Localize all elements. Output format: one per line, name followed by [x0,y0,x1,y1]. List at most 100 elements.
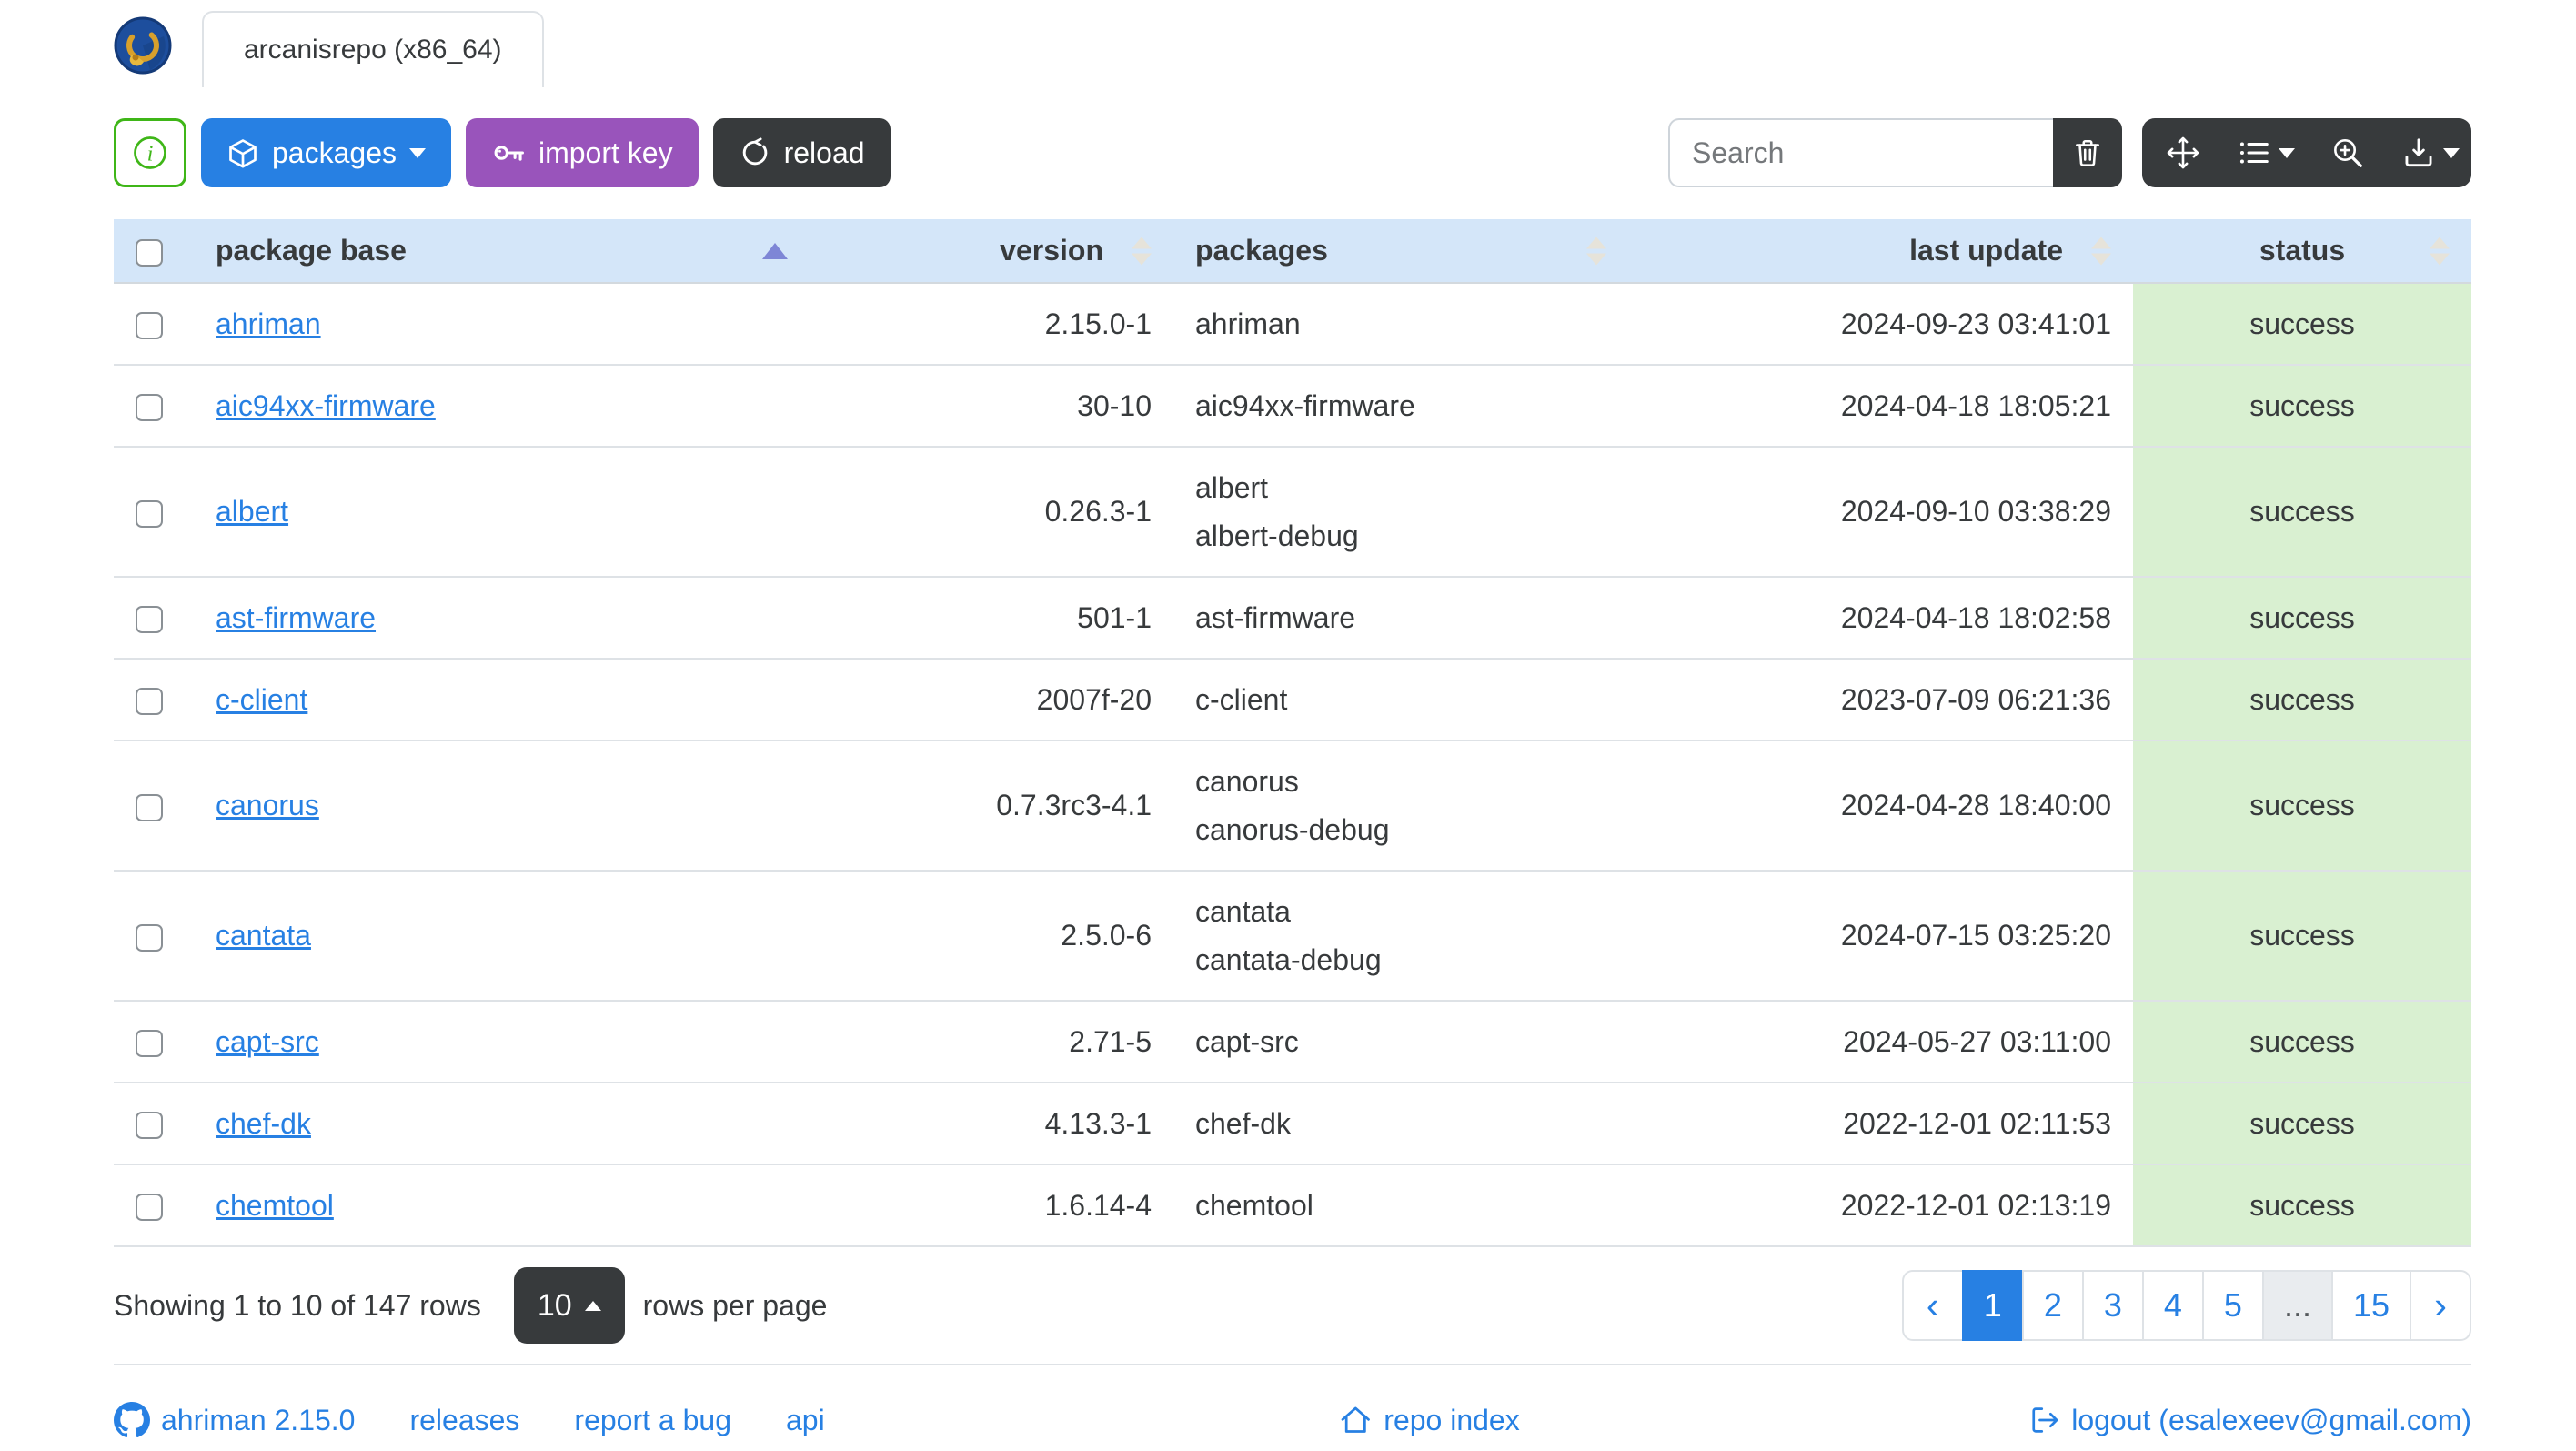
last-update-cell: 2022-12-01 02:11:53 [1628,1083,2133,1165]
zoom-in-icon [2334,139,2363,167]
import-key-button[interactable]: import key [465,118,699,187]
sort-ascending-icon [762,242,788,259]
version-cell: 0.26.3-1 [810,447,1173,578]
column-header-last-update[interactable]: last update [1628,219,2133,284]
package-base-link[interactable]: c-client [216,683,307,716]
package-name: cantata-debug [1195,943,1382,976]
pagination-page-4[interactable]: 4 [2141,1270,2204,1341]
report-a-bug-link[interactable]: report a bug [574,1404,731,1437]
row-checkbox[interactable] [136,312,163,340]
info-circle-icon: i [134,136,166,169]
last-update-cell: 2024-05-27 03:11:00 [1628,1001,2133,1083]
pagination-page-3[interactable]: 3 [2081,1270,2144,1341]
status-cell: success [2133,365,2471,448]
search-input[interactable] [1668,118,2053,187]
package-base-link[interactable]: albert [216,495,288,528]
zoom-button[interactable] [2307,118,2390,187]
package-base-link[interactable]: ahriman [216,307,321,340]
pagination-page-5[interactable]: 5 [2201,1270,2264,1341]
package-name: ast-firmware [1195,601,1356,634]
pagination-next[interactable]: › [2410,1270,2471,1341]
reload-button[interactable]: reload [712,118,891,187]
arrow-clockwise-icon [742,137,767,166]
package-name: cantata [1195,895,1291,928]
status-cell: success [2133,741,2471,872]
select-all-checkbox[interactable] [136,238,163,267]
package-base-link[interactable]: chef-dk [216,1107,311,1140]
status-cell: success [2133,447,2471,578]
toolbar-left-group: i packages import key reload [114,118,891,187]
clear-search-button[interactable] [2053,118,2122,187]
last-update-cell: 2023-07-09 06:21:36 [1628,659,2133,741]
column-header-version[interactable]: version [810,219,1173,284]
packages-cell: cantata cantata-debug [1173,871,1628,1002]
status-cell: success [2133,577,2471,660]
version-cell: 2.5.0-6 [810,871,1173,1002]
fullscreen-button[interactable] [2142,118,2225,187]
repo-index-link[interactable]: repo index [1338,1403,1520,1437]
status-cell: success [2133,871,2471,1002]
package-base-link[interactable]: capt-src [216,1025,319,1058]
package-base-link[interactable]: cantata [216,919,311,952]
pagination-summary: Showing 1 to 10 of 147 rows [114,1288,481,1322]
columns-dropdown-button[interactable] [2225,118,2308,187]
version-cell: 1.6.14-4 [810,1164,1173,1247]
packages-cell: albert albert-debug [1173,447,1628,578]
package-base-link[interactable]: ast-firmware [216,601,376,634]
tab-repository[interactable]: arcanisrepo (x86_64) [202,11,544,87]
package-name: aic94xx-firmware [1195,389,1415,422]
packages-table: package base version packages last updat… [114,219,2471,1247]
row-checkbox[interactable] [136,923,163,952]
info-button[interactable]: i [114,118,186,187]
pagination: ‹ 1 2 3 4 5... 15 › [1901,1270,2471,1341]
logout-link[interactable]: logout (esalexeev@gmail.com) [2028,1404,2471,1437]
toolbar-right-group [1668,118,2471,187]
package-name: c-client [1195,683,1288,716]
row-checkbox[interactable] [136,688,163,716]
row-checkbox[interactable] [136,793,163,821]
package-name: canorus-debug [1195,813,1390,846]
site-footer: ahriman 2.15.0 releases report a bug api… [114,1364,2471,1451]
status-cell: success [2133,283,2471,366]
version-link[interactable]: ahriman 2.15.0 [114,1402,355,1438]
packages-button-label: packages [272,136,397,169]
pagination-prev[interactable]: ‹ [1901,1270,1964,1341]
row-checkbox[interactable] [136,394,163,422]
page-size-dropdown[interactable]: 10 [513,1267,625,1344]
pagination-page-15[interactable]: 15 [2330,1270,2411,1341]
status-cell: success [2133,1164,2471,1247]
version-cell: 0.7.3rc3-4.1 [810,741,1173,872]
export-dropdown-button[interactable] [2390,118,2472,187]
last-update-cell: 2024-07-15 03:25:20 [1628,871,2133,1002]
api-link[interactable]: api [786,1404,825,1437]
version-cell: 2007f-20 [810,659,1173,741]
packages-cell: ast-firmware [1173,577,1628,660]
table-tools-group [2142,118,2471,187]
package-base-link[interactable]: aic94xx-firmware [216,389,436,422]
column-header-status[interactable]: status [2133,219,2471,284]
column-header-package-base[interactable]: package base [194,219,810,284]
packages-dropdown-button[interactable]: packages [201,118,451,187]
row-checkbox[interactable] [136,606,163,634]
row-checkbox[interactable] [136,1112,163,1140]
tab-label: arcanisrepo (x86_64) [244,35,502,65]
last-update-cell: 2024-04-28 18:40:00 [1628,741,2133,872]
pagination-page-1[interactable]: 1 [1961,1270,2024,1341]
pagination-page-2[interactable]: 2 [2021,1270,2084,1341]
arrows-move-icon [2167,136,2199,169]
import-key-button-label: import key [538,136,673,169]
package-base-link[interactable]: chemtool [216,1189,334,1222]
row-checkbox[interactable] [136,499,163,528]
last-update-cell: 2022-12-01 02:13:19 [1628,1164,2133,1247]
package-base-link[interactable]: canorus [216,789,319,821]
packages-cell: canorus canorus-debug [1173,741,1628,872]
caret-down-icon [408,147,426,158]
package-name: chef-dk [1195,1107,1291,1140]
row-checkbox[interactable] [136,1030,163,1058]
packages-cell: aic94xx-firmware [1173,365,1628,448]
ahriman-logo-icon [114,16,172,75]
column-header-packages[interactable]: packages [1173,219,1628,284]
caret-down-icon [2442,147,2460,158]
releases-link[interactable]: releases [409,1404,519,1437]
row-checkbox[interactable] [136,1194,163,1222]
